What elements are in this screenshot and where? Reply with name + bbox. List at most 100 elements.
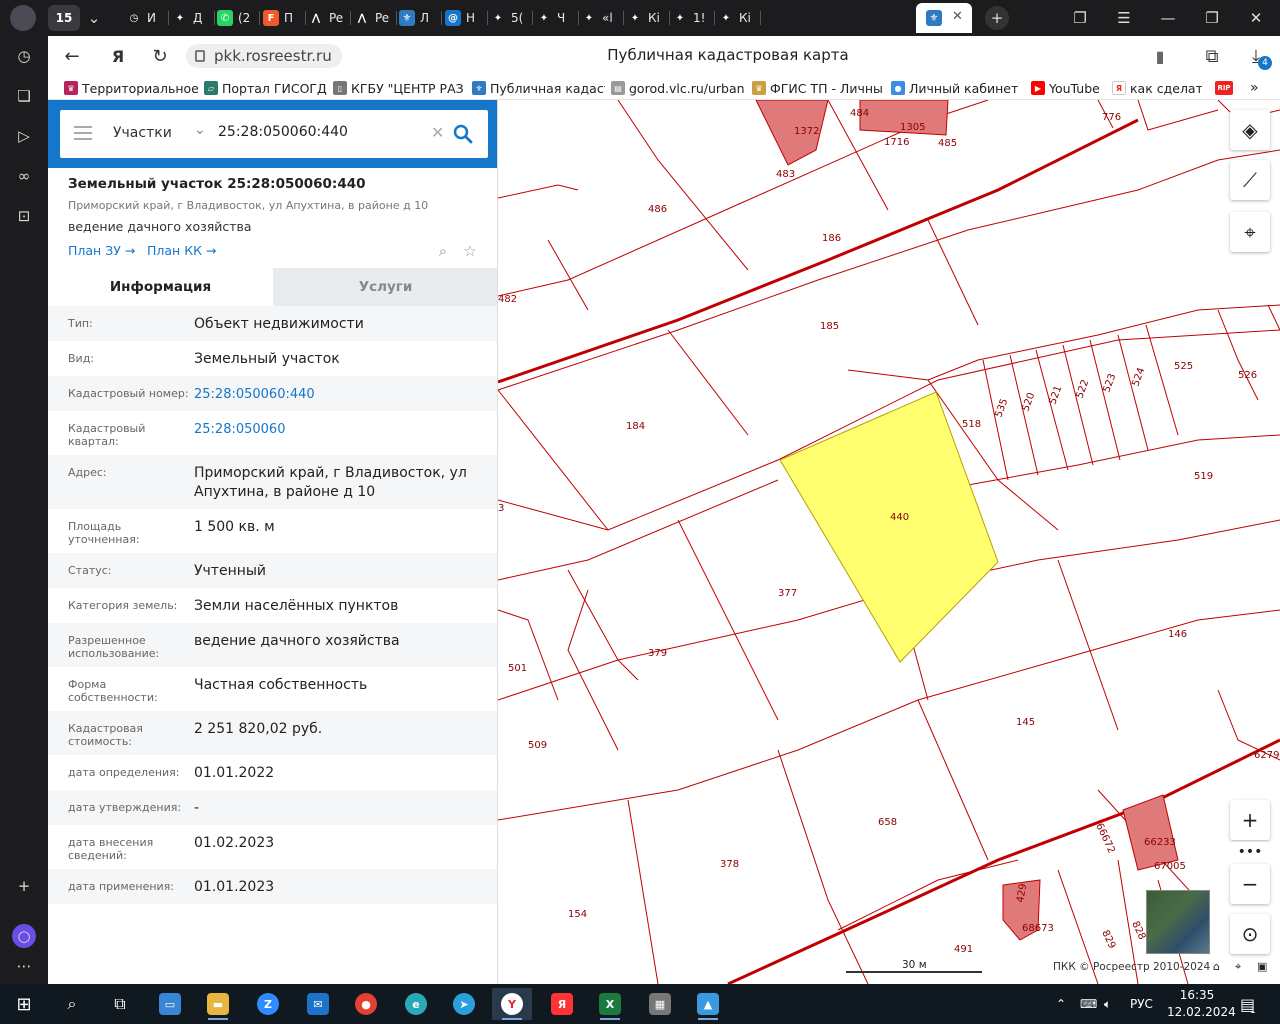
parcel-label-491[interactable]: 491 [954,944,973,955]
bookmark-rip-icon[interactable]: RIP [1215,79,1233,97]
parcel-label-184[interactable]: 184 [626,421,645,432]
back-icon[interactable]: ← [60,44,84,68]
search-type-select[interactable]: Участки [113,125,172,141]
history-icon[interactable]: ◷ [12,44,36,68]
more-tools-icon[interactable]: ••• [1230,842,1270,862]
alice-icon[interactable]: ○ [12,924,36,948]
browser-tab[interactable]: ⋀ Pe [354,3,394,33]
parcel-label-776[interactable]: 776 [1102,112,1121,123]
cadastral-map[interactable]: 1372 484 1305 1716 485 483 776 486 186 482 185 518 5… [498,100,1280,984]
browser-tab[interactable]: ✦ Д [172,3,212,33]
browser-tab[interactable]: ✦ Кі [627,3,667,33]
home-icon[interactable]: ⌂ [1213,960,1220,973]
calculator-icon[interactable]: ▦ [640,988,680,1020]
bookmark-item[interactable]: ▱ Портал ГИСОГД [204,79,327,97]
browser-tab[interactable]: ◷ И [126,3,166,33]
parcel-label-484[interactable]: 484 [850,108,869,119]
parcel-label-185[interactable]: 185 [820,321,839,332]
restore-icon[interactable]: ❐ [1200,6,1224,30]
parcel-label-66672[interactable]: 66672 [1093,822,1116,855]
parcel-label-1372[interactable]: 1372 [794,126,819,137]
plan-zu-link[interactable]: План ЗУ → [68,243,135,258]
tab-list-chevron-icon[interactable]: ⌄ [82,6,106,30]
minimize-icon[interactable]: — [1156,6,1180,30]
tab-active-rosreestr[interactable]: ⚜ ✕ [916,3,972,33]
mail-icon[interactable]: ✉ [298,988,338,1020]
zoom-out-icon[interactable]: − [1230,864,1270,904]
parcel-label-186[interactable]: 186 [822,233,841,244]
windows-start-icon[interactable]: ⊞ [4,988,44,1020]
tab-services[interactable]: Услуги [273,268,497,306]
excel-icon[interactable]: X [590,988,630,1020]
zoom-in-icon[interactable]: + [1230,800,1270,840]
bookmark-item[interactable]: ▤ gorod.vlc.ru/urban [611,79,745,97]
close-window-icon[interactable]: ✕ [1244,6,1268,30]
parcel-label-62793[interactable]: 62793 [1254,750,1280,761]
parcel-label-519[interactable]: 519 [1194,471,1213,482]
collections-icon[interactable]: ❏ [12,84,36,108]
menu-icon[interactable]: ☰ [1112,6,1136,30]
search-input[interactable] [218,124,418,140]
explorer-pc-icon[interactable]: ▭ [150,988,190,1020]
photos-icon[interactable]: ▲ [688,988,728,1020]
tab-count-badge[interactable]: 15 [48,5,80,31]
parcel-label-154[interactable]: 154 [568,909,587,920]
file-explorer-icon[interactable]: ▬ [198,988,238,1020]
browser-tab[interactable]: ⋀ Pe [308,3,348,33]
parcel-label-658[interactable]: 658 [878,817,897,828]
language-indicator[interactable]: РУС [1130,984,1153,1024]
parcel-label-535[interactable]: 535 [993,397,1010,419]
extensions-icon[interactable]: ⧉ [1200,44,1224,68]
locate-icon[interactable]: ⌖ [1230,212,1270,252]
parcel-label-67005[interactable]: 67005 [1154,861,1186,872]
zoom-app-icon[interactable]: Z [248,988,288,1020]
browser-tab[interactable]: ✦ Ч [536,3,576,33]
yandex-icon[interactable]: Я [106,44,130,68]
parcel-66233[interactable] [1122,794,1179,871]
layers-icon[interactable]: ◈ [1230,110,1270,150]
attribute-value-link[interactable]: 25:28:050060:440 [194,385,484,404]
hamburger-menu-icon[interactable] [74,126,92,140]
parcel-label-1716[interactable]: 1716 [884,137,909,148]
bookmark-item[interactable]: ♛ Территориальное [64,79,198,97]
chevron-down-icon[interactable]: ⌄ [194,122,206,138]
parcel-label-483[interactable]: 483 [776,169,795,180]
minimap-thumbnail[interactable] [1146,890,1210,954]
parcel-label-518[interactable]: 518 [962,419,981,430]
bookmark-item[interactable]: ● Личный кабинет [891,79,1018,97]
reload-icon[interactable]: ↻ [148,44,172,68]
parcel-label-145[interactable]: 145 [1016,717,1035,728]
parcel-label-522[interactable]: 522 [1074,378,1091,400]
parcel-label-523[interactable]: 523 [1101,372,1118,394]
network-icon[interactable]: ⌨ [1080,984,1097,1024]
parcel-label-525[interactable]: 525 [1174,361,1193,372]
chrome-icon[interactable]: ● [346,988,386,1020]
parcel-label-521[interactable]: 521 [1047,384,1064,406]
close-tab-icon[interactable]: ✕ [952,9,963,24]
show-hidden-icons[interactable]: ⌃ [1056,984,1066,1024]
parcel-label-1305[interactable]: 1305 [900,122,925,133]
parcel-label-68673[interactable]: 68673 [1022,923,1054,934]
clock[interactable]: 16:35 12.02.2024 [1167,987,1236,1021]
gps-icon[interactable]: ⌖ [1235,960,1241,974]
bookmark-item[interactable]: ⚜ Публичная кадаст [472,79,605,97]
bookmark-icon[interactable]: ▮ [1148,44,1172,68]
bookmark-item[interactable]: ♛ ФГИС ТП - Личны [752,79,883,97]
parcel-label-486[interactable]: 486 [648,204,667,215]
new-tab-icon[interactable]: + [985,6,1009,30]
browser-tab[interactable]: ✦ 5( [490,3,530,33]
parcel-label-829[interactable]: 829 [1099,929,1117,951]
zoom-to-object-icon[interactable]: ⌕ [434,242,452,260]
parcel-label-66233[interactable]: 66233 [1144,837,1176,848]
parcel-label-3[interactable]: 3 [498,503,504,514]
parcel-label-482[interactable]: 482 [498,294,517,305]
url-field[interactable]: pkk.rosreestr.ru [186,44,342,68]
bookmark-item[interactable]: ▯ КГБУ "ЦЕНТР РАЗ [333,79,464,97]
attribute-value-link[interactable]: 25:28:050060 [194,420,484,448]
parcel-label-378[interactable]: 378 [720,859,739,870]
parcel-label-485[interactable]: 485 [938,138,957,149]
add-panel-icon[interactable]: + [12,874,36,898]
search-icon[interactable] [453,124,473,144]
bookmark-item[interactable]: ▶ YouTube [1031,79,1100,97]
yandex-browser-icon[interactable]: Y [492,988,532,1020]
